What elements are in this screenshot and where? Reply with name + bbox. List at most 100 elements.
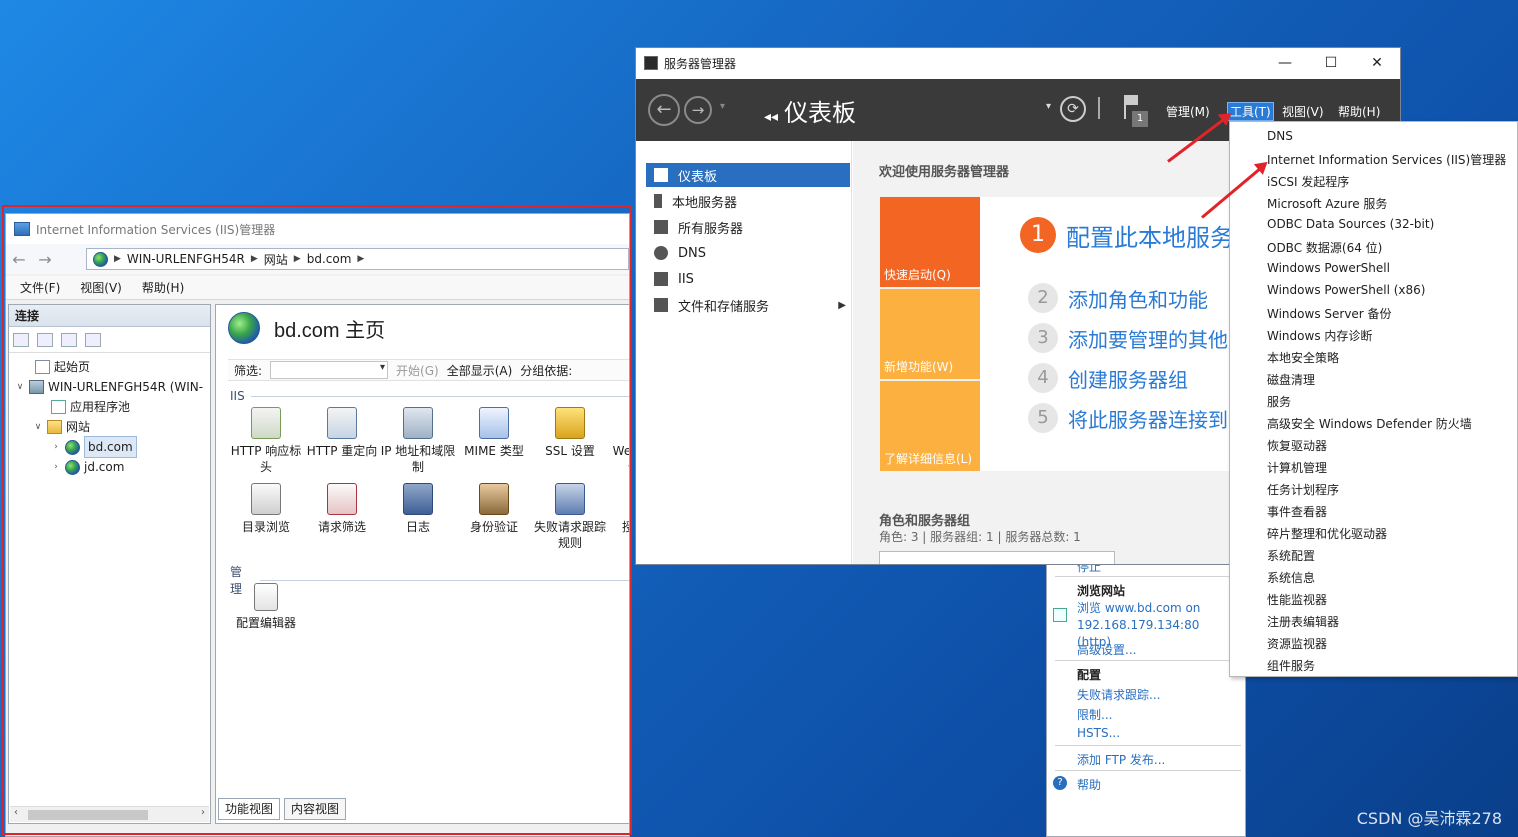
quick-start-tiles: 快速启动(Q) 新增功能(W) 了解详细信息(L) bbox=[880, 197, 980, 471]
menu-view[interactable]: 视图(V) bbox=[1282, 103, 1324, 120]
iis-icon bbox=[654, 272, 668, 286]
menu-manage[interactable]: 管理(M) bbox=[1166, 103, 1210, 120]
step-number: 5 bbox=[1028, 403, 1058, 433]
quick-start-steps: 1 配置此本地服务器 2 添加角色和功能 3 添加要管理的其他服务器 4 创建服… bbox=[980, 197, 1288, 471]
browse-website-header: 浏览网站 bbox=[1077, 584, 1126, 598]
tools-menu-item[interactable]: 任务计划程序 bbox=[1267, 481, 1339, 498]
step-number: 2 bbox=[1028, 283, 1058, 313]
back-circle-icon[interactable]: ← bbox=[648, 94, 680, 126]
sidebar-label: 本地服务器 bbox=[672, 195, 738, 211]
tile-quick-start[interactable]: 快速启动(Q) bbox=[880, 197, 980, 287]
tile-whats-new[interactable]: 新增功能(W) bbox=[880, 289, 980, 379]
breadcrumb-dashboard: 仪表板 bbox=[784, 100, 857, 127]
tools-menu-item[interactable]: Windows Server 备份 bbox=[1267, 305, 1392, 322]
tile-label: 了解详细信息(L) bbox=[884, 452, 973, 466]
tools-menu-item[interactable]: ODBC Data Sources (32-bit) bbox=[1267, 217, 1434, 231]
sidebar-item-dashboard[interactable]: 仪表板 bbox=[646, 163, 850, 187]
tile-learn-more[interactable]: 了解详细信息(L) bbox=[880, 381, 980, 471]
dropdown-icon[interactable]: ▾ bbox=[1046, 101, 1051, 112]
step-add-roles[interactable]: 2 添加角色和功能 bbox=[1028, 283, 1208, 313]
tools-menu-item[interactable]: 磁盘清理 bbox=[1267, 371, 1315, 388]
sidebar-item-dns[interactable]: DNS bbox=[646, 241, 850, 265]
tools-menu-item[interactable]: 性能监视器 bbox=[1267, 591, 1327, 608]
server-manager-icon bbox=[644, 56, 658, 70]
tools-menu-item[interactable]: 系统信息 bbox=[1267, 569, 1315, 586]
step-number: 4 bbox=[1028, 363, 1058, 393]
tools-menu-item[interactable]: Windows 内存诊断 bbox=[1267, 327, 1372, 344]
tools-menu-item[interactable]: 高级安全 Windows Defender 防火墙 bbox=[1267, 415, 1472, 432]
tools-menu-item[interactable]: 计算机管理 bbox=[1267, 459, 1327, 476]
dns-icon bbox=[654, 246, 668, 260]
history-dropdown-icon[interactable]: ▾ bbox=[720, 101, 725, 112]
tools-menu-item[interactable]: 事件查看器 bbox=[1267, 503, 1327, 520]
tools-menu-item[interactable]: 资源监视器 bbox=[1267, 635, 1327, 652]
action-limits[interactable]: 限制... bbox=[1077, 706, 1112, 723]
maximize-icon[interactable]: ☐ bbox=[1308, 48, 1354, 78]
tools-menu-item[interactable]: 恢复驱动器 bbox=[1267, 437, 1327, 454]
divider bbox=[1055, 745, 1241, 746]
file-storage-icon bbox=[654, 298, 668, 312]
action-add-ftp[interactable]: 添加 FTP 发布... bbox=[1077, 751, 1165, 768]
action-advanced-settings[interactable]: 高级设置... bbox=[1077, 641, 1136, 658]
submenu-arrow-icon: ▶ bbox=[838, 299, 846, 311]
local-server-icon bbox=[654, 194, 662, 208]
sidebar-item-all-servers[interactable]: 所有服务器 bbox=[646, 215, 850, 239]
tools-menu-item[interactable]: DNS bbox=[1267, 129, 1293, 143]
step-configure-local-server[interactable]: 1 配置此本地服务器 bbox=[1020, 217, 1258, 253]
refresh-icon[interactable]: ⟳ bbox=[1060, 96, 1086, 122]
tools-menu-item[interactable]: 碎片整理和优化驱动器 bbox=[1267, 525, 1387, 542]
role-tile[interactable] bbox=[879, 551, 1115, 564]
actions-pane: 停止 浏览网站 浏览 www.bd.com on 192.168.179.134… bbox=[1046, 555, 1246, 837]
sidebar-item-file-storage[interactable]: 文件和存储服务 ▶ bbox=[646, 293, 850, 317]
tools-menu-item[interactable]: Windows PowerShell (x86) bbox=[1267, 283, 1425, 297]
tools-menu-item[interactable]: 组件服务 bbox=[1267, 657, 1315, 674]
divider bbox=[1055, 576, 1241, 577]
tools-menu-item[interactable]: 注册表编辑器 bbox=[1267, 613, 1339, 630]
close-icon[interactable]: ✕ bbox=[1354, 48, 1400, 78]
welcome-title: 欢迎使用服务器管理器 bbox=[879, 165, 1010, 180]
sidebar-label: 所有服务器 bbox=[678, 221, 744, 237]
step-number: 1 bbox=[1020, 217, 1056, 253]
sidebar-label: 仪表板 bbox=[678, 169, 718, 185]
sidebar-label: DNS bbox=[678, 245, 706, 261]
tools-dropdown-menu: DNS Internet Information Services (IIS)管理… bbox=[1229, 121, 1518, 677]
sm-sidebar: 仪表板 本地服务器 所有服务器 DNS IIS 文件和存储服务 ▶ bbox=[636, 141, 852, 564]
action-hsts[interactable]: HSTS... bbox=[1077, 726, 1120, 740]
tools-menu-item[interactable]: iSCSI 发起程序 bbox=[1267, 173, 1349, 190]
roles-summary: 角色: 3 | 服务器组: 1 | 服务器总数: 1 bbox=[879, 530, 1081, 544]
action-help[interactable]: 帮助 bbox=[1077, 776, 1101, 793]
watermark: CSDN @吴沛霖278 bbox=[1356, 809, 1502, 828]
step-create-server-group[interactable]: 4 创建服务器组 bbox=[1028, 363, 1188, 393]
step-number: 3 bbox=[1028, 323, 1058, 353]
help-icon: ? bbox=[1053, 776, 1067, 790]
roles-title: 角色和服务器组 bbox=[879, 514, 971, 529]
sidebar-label: 文件和存储服务 bbox=[678, 299, 770, 315]
menu-help[interactable]: 帮助(H) bbox=[1338, 103, 1380, 120]
all-servers-icon bbox=[654, 220, 668, 234]
tools-menu-item[interactable]: Internet Information Services (IIS)管理器 bbox=[1267, 151, 1506, 168]
browse-icon bbox=[1053, 608, 1067, 622]
tile-label: 新增功能(W) bbox=[884, 360, 954, 374]
tools-menu-item[interactable]: Windows PowerShell bbox=[1267, 261, 1390, 275]
step-link[interactable]: 添加角色和功能 bbox=[1068, 284, 1208, 313]
annotation-highlight-box bbox=[2, 205, 632, 835]
tools-menu-item[interactable]: Microsoft Azure 服务 bbox=[1267, 195, 1387, 212]
tile-label: 快速启动(Q) bbox=[884, 268, 951, 282]
minimize-icon[interactable]: — bbox=[1262, 48, 1308, 78]
action-failed-request-tracing[interactable]: 失败请求跟踪... bbox=[1077, 686, 1160, 703]
forward-circle-icon[interactable]: → bbox=[684, 96, 712, 124]
configure-header: 配置 bbox=[1077, 668, 1102, 682]
window-controls: — ☐ ✕ bbox=[1262, 48, 1400, 78]
divider bbox=[1055, 660, 1241, 661]
breadcrumb-chevron-icon: ◂◂ bbox=[764, 108, 779, 124]
tools-menu-item[interactable]: 服务 bbox=[1267, 393, 1291, 410]
sidebar-item-iis[interactable]: IIS bbox=[646, 267, 850, 291]
notification-count-badge: 1 bbox=[1132, 111, 1148, 127]
tools-menu-item[interactable]: 系统配置 bbox=[1267, 547, 1315, 564]
sidebar-item-local-server[interactable]: 本地服务器 bbox=[646, 189, 850, 213]
sm-breadcrumb: ◂◂ 仪表板 bbox=[764, 93, 856, 128]
tools-menu-item[interactable]: ODBC 数据源(64 位) bbox=[1267, 239, 1382, 256]
divider bbox=[1055, 770, 1241, 771]
tools-menu-item[interactable]: 本地安全策略 bbox=[1267, 349, 1339, 366]
step-link[interactable]: 创建服务器组 bbox=[1068, 364, 1188, 393]
